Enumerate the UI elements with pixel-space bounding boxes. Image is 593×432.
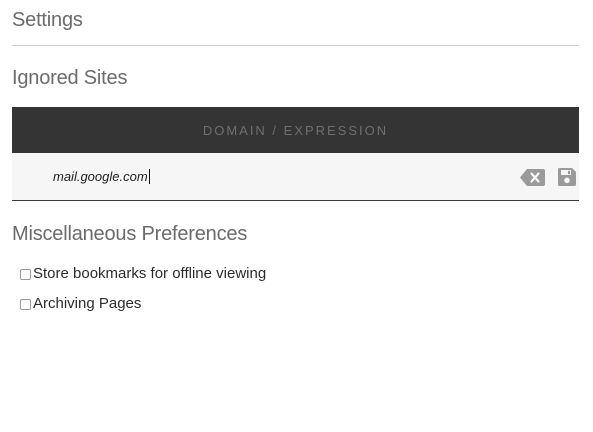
ignored-sites-heading: Ignored Sites [12,67,128,89]
column-header-domain: DOMAIN / EXPRESSION [202,122,389,138]
title-divider [12,45,579,46]
ignored-sites-table: DOMAIN / EXPRESSION mail.google.com [12,107,579,201]
table-header: DOMAIN / EXPRESSION [12,107,579,153]
backspace-delete-icon [519,168,545,186]
archiving-pages-checkbox[interactable] [20,298,31,310]
settings-page: Settings Ignored Sites DOMAIN / EXPRESSI… [0,0,593,432]
offline-bookmarks-label[interactable]: Store bookmarks for offline viewing [33,265,266,282]
misc-preferences-heading: Miscellaneous Preferences [12,223,248,245]
archiving-pages-label[interactable]: Archiving Pages [33,295,141,312]
domain-input[interactable]: mail.google.com [53,169,150,184]
delete-button[interactable] [519,166,545,188]
text-caret [148,169,150,184]
offline-bookmarks-checkbox[interactable] [20,268,31,280]
save-button[interactable] [554,166,580,188]
page-title: Settings [12,9,83,31]
table-row[interactable]: mail.google.com [12,153,579,201]
floppy-save-icon [558,168,576,186]
domain-value: mail.google.com [53,169,148,184]
pref-offline-bookmarks[interactable]: Store bookmarks for offline viewing [20,265,266,282]
pref-archiving-pages[interactable]: Archiving Pages [20,295,141,312]
